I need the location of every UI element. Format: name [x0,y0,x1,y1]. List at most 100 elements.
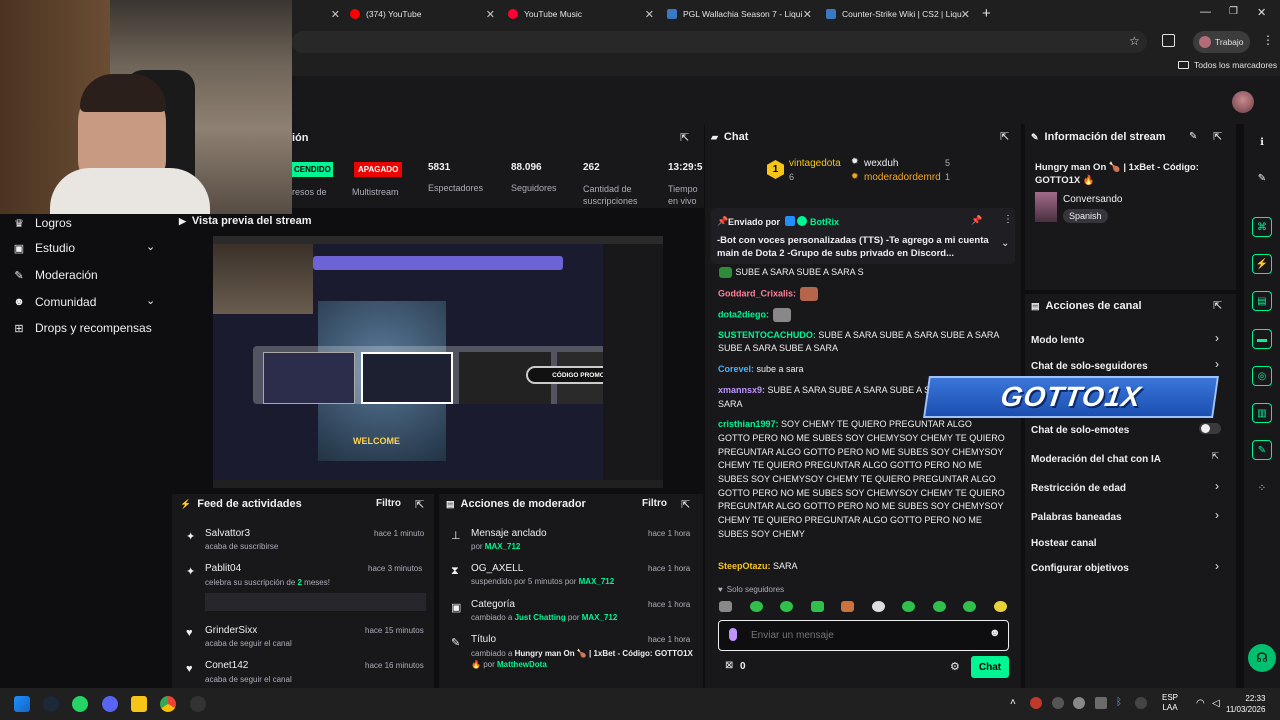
star-icon[interactable]: ☆ [1129,34,1140,48]
emote-icon[interactable] [719,601,732,612]
chat-user[interactable]: cristhian1997: [718,419,779,429]
chat-message[interactable]: Goddard_Crixalis: [718,286,1006,301]
notes-icon[interactable]: ▤ [1252,291,1272,311]
chat-user[interactable]: xmannsx9: [718,385,765,395]
chat-message[interactable]: SUBE A SARA SUBE A SARA S [718,266,1006,280]
discord-icon[interactable] [102,696,118,712]
gear-icon[interactable]: ⚙ [950,660,960,673]
chat-bubble-icon[interactable]: ▬ [1252,329,1272,349]
unpin-icon[interactable]: 📌 [971,215,982,226]
tray-icon[interactable] [1052,697,1064,709]
address-bar[interactable] [292,31,1147,53]
list-item[interactable]: ♥ GrinderSixx acaba de seguir el canal h… [172,620,434,654]
shortcuts-icon[interactable]: ⁘ [1252,478,1272,498]
emote-icon[interactable] [810,601,824,612]
pinned-user[interactable]: BotRix [810,217,839,227]
close-icon[interactable]: ✕ [645,8,654,21]
pencil-icon[interactable]: ✎ [1252,168,1272,188]
action-ai-moderation[interactable]: Moderación del chat con IA ⇱ [1031,451,1231,469]
action-goals[interactable]: Configurar objetivos › [1031,559,1231,578]
sidebar-item-logros[interactable]: ♛ Logros [12,214,72,232]
category-thumbnail[interactable] [1035,192,1057,222]
tray-icon[interactable] [1095,697,1107,709]
edit-icon[interactable]: ✎ [1189,131,1197,142]
close-icon[interactable]: ✕ [486,8,495,21]
sidebar-item-comunidad[interactable]: ☻ Comunidad ⌄ [12,293,162,311]
tray-icon[interactable] [1030,697,1042,709]
chat-user[interactable]: Goddard_Crixalis: [718,288,796,298]
list-item[interactable]: ▣ Categoría cambiado a Just Chatting por… [439,594,703,628]
broadcast-icon[interactable]: ◎ [1252,366,1272,386]
language-indicator[interactable]: ESP LAA [1162,693,1178,713]
server-icon[interactable]: ▥ [1252,403,1272,423]
mod-user[interactable]: MAX_712 [485,542,521,551]
popout-icon[interactable]: ⇱ [415,498,424,511]
chat-user[interactable]: SUSTENTOCACHUDO: [718,330,816,340]
extensions-icon[interactable] [1162,34,1175,47]
chat-user[interactable]: SteepOtazu: [718,561,771,571]
mod-user[interactable]: MatthewDota [497,660,547,669]
sidebar-item-moderacion[interactable]: ✎ Moderación [12,266,97,284]
browser-tab-liquipedia[interactable]: PGL Wallachia Season 7 - Liqui ✕ [667,0,812,28]
popout-icon[interactable]: ⇱ [680,131,689,144]
browser-tab-youtube-music[interactable]: YouTube Music ✕ [508,0,654,28]
emote-icon[interactable] [871,601,885,612]
new-tab-button[interactable]: + [982,5,991,22]
leaderboard-user[interactable]: wexduh [864,158,898,169]
clip-icon[interactable]: ⌘ [1252,217,1272,237]
sidebar-item-estudio[interactable]: ▣ Estudio ⌄ [12,239,162,257]
list-item[interactable]: ⧗ OG_AXELL suspendido por 5 minutos por … [439,558,703,592]
send-chat-button[interactable]: Chat [971,656,1009,678]
emote-icon[interactable] [993,601,1007,612]
emote-icon[interactable] [932,601,946,612]
popout-icon[interactable]: ⇱ [1213,299,1222,312]
chat-input[interactable]: ☻ [718,620,1009,651]
sidebar-item-drops[interactable]: ⊞ Drops y recompensas [12,319,151,337]
chrome-icon[interactable] [160,696,176,712]
windows-start-icon[interactable] [14,696,30,712]
bluetooth-icon[interactable]: ᛒ [1116,697,1122,708]
popout-icon[interactable]: ⇱ [1000,130,1009,143]
chat-message[interactable]: Corevel: sube a sara [718,363,1006,377]
emote-icon[interactable] [749,601,763,612]
browser-tab-cs-wiki[interactable]: Counter-Strike Wiki | CS2 | Liqu ✕ [826,0,970,28]
chat-message[interactable]: dota2diego: [718,307,1006,322]
chat-message[interactable]: SteepOtazu: SARA [718,560,1006,574]
stream-preview-video[interactable]: CÓDIGO PROMOCIONAL: WELCOME [213,236,663,488]
maximize-button[interactable]: ❐ [1229,6,1238,17]
lightning-icon[interactable]: ⚡ [1252,254,1272,274]
chat-message[interactable]: cristhian1997: SOY CHEMY TE QUIERO PREGU… [718,418,1006,541]
all-bookmarks[interactable]: Todos los marcadores [1178,60,1277,70]
microphone-icon[interactable] [729,628,737,641]
chevron-up-icon[interactable]: ˄ [1010,697,1016,708]
close-icon[interactable]: ✕ [331,8,340,21]
tray-icon[interactable] [1073,697,1085,709]
leaderboard-user[interactable]: moderadordemrd [864,172,941,183]
browser-tab[interactable]: ✕ [292,0,340,28]
close-window-button[interactable]: ✕ [1257,6,1266,19]
emote-icon[interactable] [841,601,855,612]
browser-tab-youtube[interactable]: (374) YouTube ✕ [350,0,495,28]
profile-button[interactable]: Trabajo [1193,31,1250,53]
tag-badge[interactable]: Spanish [1063,209,1108,223]
mod-user[interactable]: MAX_712 [579,577,615,586]
filter-button[interactable]: Filtro [376,498,401,509]
wifi-icon[interactable]: ◠ [1196,698,1205,709]
list-item[interactable]: ✦ Salvattor3 acaba de suscribirse hace 1… [172,522,434,558]
list-item[interactable]: ♥ Conet142 acaba de seguir el canal hace… [172,656,434,688]
whatsapp-icon[interactable] [72,696,88,712]
emote-only-toggle[interactable] [1199,423,1221,434]
mod-user[interactable]: MAX_712 [582,613,618,622]
popout-icon[interactable]: ⇱ [681,498,690,511]
avatar[interactable] [1232,91,1254,113]
category-name[interactable]: Conversando [1063,194,1122,205]
chat-user[interactable]: Corevel: [718,364,754,374]
list-item[interactable]: ✎ Título cambiado a Hungry man On 🍗 | 1x… [439,630,703,676]
folder-icon[interactable] [131,696,147,712]
emote-icon[interactable] [902,601,916,612]
chevron-down-icon[interactable]: ⌄ [1001,238,1009,249]
kebab-menu-icon[interactable]: ⋮ [1003,214,1013,225]
chat-user[interactable]: dota2diego: [718,309,769,319]
action-age-restriction[interactable]: Restricción de edad › [1031,479,1231,498]
popout-icon[interactable]: ⇱ [1213,130,1222,143]
